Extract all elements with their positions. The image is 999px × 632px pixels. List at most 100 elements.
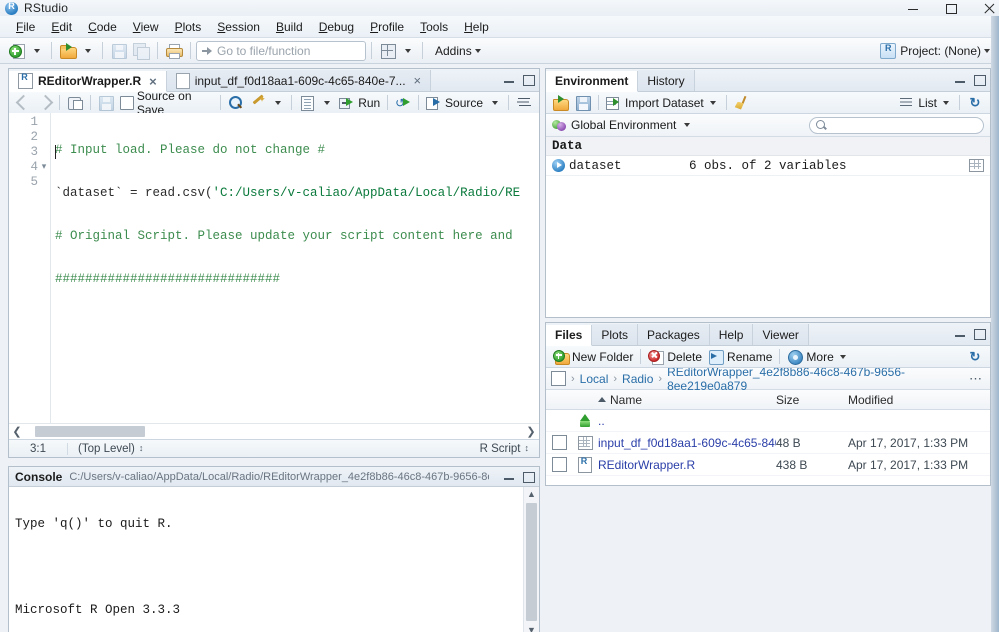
clear-workspace-button[interactable] (731, 93, 753, 112)
menu-code[interactable]: Code (80, 18, 125, 36)
menu-build[interactable]: Build (268, 18, 311, 36)
tab-packages[interactable]: Packages (638, 324, 710, 345)
save-all-button[interactable] (130, 40, 152, 62)
code-tools-dropdown[interactable] (269, 93, 287, 112)
source-button[interactable]: Source (423, 93, 486, 112)
import-dataset-button[interactable]: Import Dataset (603, 93, 722, 112)
breadcrumb-more-icon[interactable]: ⋯ (969, 371, 985, 387)
environment-refresh-button[interactable]: ↻ (964, 93, 986, 112)
tab-history[interactable]: History (638, 70, 695, 91)
menu-edit[interactable]: Edit (43, 18, 80, 36)
scope-selector[interactable]: (Top Level) ↕ (68, 443, 480, 455)
compile-report-dropdown[interactable] (318, 93, 336, 112)
view-table-icon[interactable] (969, 159, 984, 172)
save-button[interactable] (108, 40, 130, 62)
console-scrollbar[interactable]: ▲ ▼ (523, 487, 539, 632)
editor-body[interactable]: 1 2 3 4 5 ▾ # Input load. Please do not … (9, 113, 539, 424)
new-file-dropdown[interactable] (28, 40, 46, 62)
minimize-icon[interactable] (907, 2, 919, 14)
console-maximize-icon[interactable] (522, 470, 535, 483)
file-type-selector[interactable]: R Script ↕ (480, 443, 539, 455)
print-button[interactable] (163, 40, 185, 62)
workspace-panes-dropdown[interactable] (399, 40, 417, 62)
goto-file-function-input[interactable]: Go to file/function (196, 40, 366, 61)
addins-button[interactable]: Addins (428, 40, 487, 62)
tab-environment[interactable]: Environment (546, 71, 639, 92)
files-row-checkbox-cell[interactable] (546, 457, 572, 472)
global-environment-selector[interactable]: Global Environment (552, 118, 693, 132)
document-outline-button[interactable] (513, 93, 535, 112)
scroll-right-icon[interactable]: ❯ (523, 425, 539, 438)
code-tools-button[interactable]: ✦ (247, 93, 269, 112)
close-tab-icon-1[interactable]: × (149, 75, 157, 88)
more-button[interactable]: More (784, 347, 851, 366)
breadcrumb-local[interactable]: Local (580, 372, 609, 386)
scroll-up-icon[interactable]: ▲ (524, 487, 539, 501)
files-minimize-icon[interactable] (954, 327, 966, 339)
load-workspace-button[interactable] (550, 93, 572, 112)
files-refresh-button[interactable]: ↻ (964, 347, 986, 366)
breadcrumb-radio[interactable]: Radio (622, 372, 653, 386)
environment-search-input[interactable] (809, 116, 984, 134)
menu-profile[interactable]: Profile (362, 18, 412, 36)
tab-plots[interactable]: Plots (592, 324, 639, 345)
console-minimize-icon[interactable] (503, 470, 515, 482)
maximize-icon[interactable] (945, 2, 957, 14)
breadcrumb-reditorwrapper[interactable]: REditorWrapper_4e2f8b86-46c8-467b-9656-8… (667, 365, 964, 393)
files-row-reditorwrapper[interactable]: REditorWrapper.R 438 B Apr 17, 2017, 1:3… (546, 454, 990, 476)
menu-debug[interactable]: Debug (311, 18, 362, 36)
source-dropdown[interactable] (486, 93, 504, 112)
files-row-parent[interactable]: .. (546, 410, 990, 432)
view-mode-button[interactable]: List (896, 93, 955, 112)
source-minimize-icon[interactable] (503, 73, 515, 85)
files-header-size[interactable]: Size (776, 393, 848, 407)
delete-button[interactable]: Delete (645, 347, 705, 366)
files-row-input-df[interactable]: input_df_f0d18aa1-609c-4c65-840e-... 48 … (546, 432, 990, 454)
new-folder-button[interactable]: New Folder (550, 347, 636, 366)
menu-session[interactable]: Session (209, 18, 268, 36)
save-workspace-button[interactable] (572, 93, 594, 112)
tab-files[interactable]: Files (546, 325, 593, 346)
tab-help[interactable]: Help (709, 324, 754, 345)
console-output[interactable]: Type 'q()' to quit R. Microsoft R Open 3… (9, 487, 539, 632)
source-back-button[interactable] (13, 93, 34, 112)
source-on-save-checkbox[interactable]: Source on Save (117, 89, 217, 117)
menu-plots[interactable]: Plots (167, 18, 210, 36)
console-working-directory[interactable]: C:/Users/v-caliao/AppData/Local/Radio/RE… (69, 471, 489, 483)
fold-toggle-icon[interactable]: ▾ (40, 160, 48, 175)
run-button[interactable]: Run (336, 93, 383, 112)
menu-help[interactable]: Help (456, 18, 497, 36)
menu-view[interactable]: View (125, 18, 167, 36)
environment-minimize-icon[interactable] (954, 73, 966, 85)
compile-report-button[interactable] (296, 93, 318, 112)
menu-file[interactable]: File (8, 18, 43, 36)
files-header-modified[interactable]: Modified (848, 393, 990, 407)
files-maximize-icon[interactable] (973, 327, 986, 340)
tab-viewer[interactable]: Viewer (753, 324, 809, 345)
row-checkbox[interactable] (551, 435, 567, 450)
open-file-button[interactable] (57, 40, 79, 62)
files-row-checkbox-cell[interactable] (546, 435, 572, 450)
row-checkbox[interactable] (551, 457, 567, 472)
expand-icon[interactable] (552, 159, 565, 172)
project-selector[interactable]: Project: (None) (880, 38, 993, 64)
editor-horizontal-scrollbar[interactable]: ❮ ❯ (9, 423, 539, 439)
files-row-name[interactable]: REditorWrapper.R (598, 458, 776, 472)
scroll-down-icon[interactable]: ▼ (524, 623, 539, 632)
scroll-left-icon[interactable]: ❮ (9, 425, 25, 438)
environment-object-row[interactable]: dataset 6 obs. of 2 variables (546, 156, 990, 176)
environment-maximize-icon[interactable] (973, 73, 986, 86)
close-icon[interactable] (983, 2, 995, 14)
source-maximize-icon[interactable] (522, 73, 535, 86)
scroll-track[interactable] (25, 426, 523, 437)
find-replace-button[interactable] (225, 93, 247, 112)
source-forward-button[interactable] (34, 93, 55, 112)
show-in-new-window-button[interactable] (64, 93, 86, 112)
files-row-name[interactable]: .. (598, 414, 776, 428)
close-tab-icon-2[interactable]: × (414, 74, 422, 87)
open-file-dropdown[interactable] (79, 40, 97, 62)
source-save-button[interactable] (95, 93, 117, 112)
select-all-checkbox[interactable] (551, 371, 566, 386)
re-run-button[interactable]: ↺ (392, 93, 414, 112)
workspace-panes-button[interactable] (377, 40, 399, 62)
